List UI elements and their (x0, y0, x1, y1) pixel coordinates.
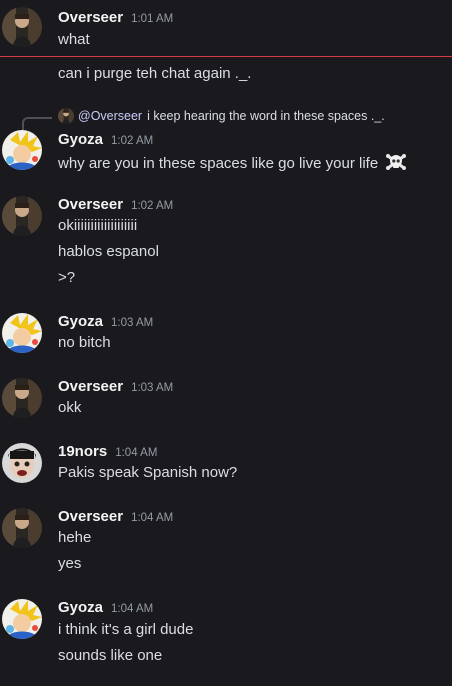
username[interactable]: Overseer (58, 9, 123, 26)
message-text: okiiiiiiiiiiiiiiiiiii (58, 217, 138, 234)
message-header: Overseer 1:02 AM (58, 196, 173, 216)
message-text: what (58, 31, 90, 48)
message-text: Pakis speak Spanish now? (58, 464, 238, 481)
message-header: Gyoza 1:04 AM (58, 599, 153, 619)
chat-message-list: Overseer 1:01 AM what can i purge teh ch… (0, 0, 452, 686)
overseer-avatar[interactable] (2, 378, 42, 418)
timestamp: 1:04 AM (131, 512, 174, 524)
username[interactable]: Overseer (58, 378, 123, 395)
message-header: Gyoza 1:03 AM (58, 313, 153, 333)
message-text: yes (58, 555, 82, 572)
gyoza-avatar[interactable] (2, 313, 42, 353)
19nors-avatar[interactable] (2, 443, 42, 483)
message-text: no bitch (58, 334, 111, 351)
timestamp: 1:02 AM (131, 200, 174, 212)
username[interactable]: 19nors (58, 443, 107, 460)
message-text: hablos espanol (58, 243, 159, 260)
message-header: Overseer 1:03 AM (58, 378, 173, 398)
overseer-avatar[interactable] (2, 508, 42, 548)
overseer-mini-avatar (58, 108, 74, 124)
username[interactable]: Gyoza (58, 599, 103, 616)
username[interactable]: Gyoza (58, 131, 103, 148)
reply-mention[interactable]: @Overseer (78, 109, 142, 123)
reply-reference[interactable]: @Overseer i keep hearing the word in the… (58, 107, 385, 125)
message-header: Overseer 1:04 AM (58, 508, 173, 528)
reply-connector (22, 117, 52, 131)
timestamp: 1:01 AM (131, 13, 174, 25)
username[interactable]: Overseer (58, 196, 123, 213)
timestamp: 1:03 AM (131, 382, 174, 394)
message-text-content: why are you in these spaces like go live… (58, 155, 379, 172)
username[interactable]: Gyoza (58, 313, 103, 330)
message-text: i think it's a girl dude (58, 621, 194, 638)
message-text: hehe (58, 529, 92, 546)
new-messages-divider (0, 56, 452, 57)
skull-crossbones-icon[interactable] (385, 151, 407, 180)
gyoza-avatar[interactable] (2, 599, 42, 639)
message-header: 19nors 1:04 AM (58, 443, 157, 463)
timestamp: 1:04 AM (111, 603, 154, 615)
overseer-avatar[interactable] (2, 196, 42, 236)
timestamp: 1:03 AM (111, 317, 154, 329)
message-text: can i purge teh chat again ._. (58, 65, 252, 82)
timestamp: 1:02 AM (111, 135, 154, 147)
message-header: Overseer 1:01 AM (58, 9, 173, 29)
timestamp: 1:04 AM (115, 447, 158, 459)
overseer-avatar[interactable] (2, 7, 42, 47)
username[interactable]: Overseer (58, 508, 123, 525)
message-text: why are you in these spaces like go live… (58, 151, 407, 173)
message-text: okk (58, 399, 82, 416)
message-text: >? (58, 269, 76, 286)
reply-preview-text[interactable]: i keep hearing the word in these spaces … (147, 109, 385, 123)
gyoza-avatar[interactable] (2, 130, 42, 170)
message-text: sounds like one (58, 647, 163, 664)
message-header: Gyoza 1:02 AM (58, 131, 153, 151)
